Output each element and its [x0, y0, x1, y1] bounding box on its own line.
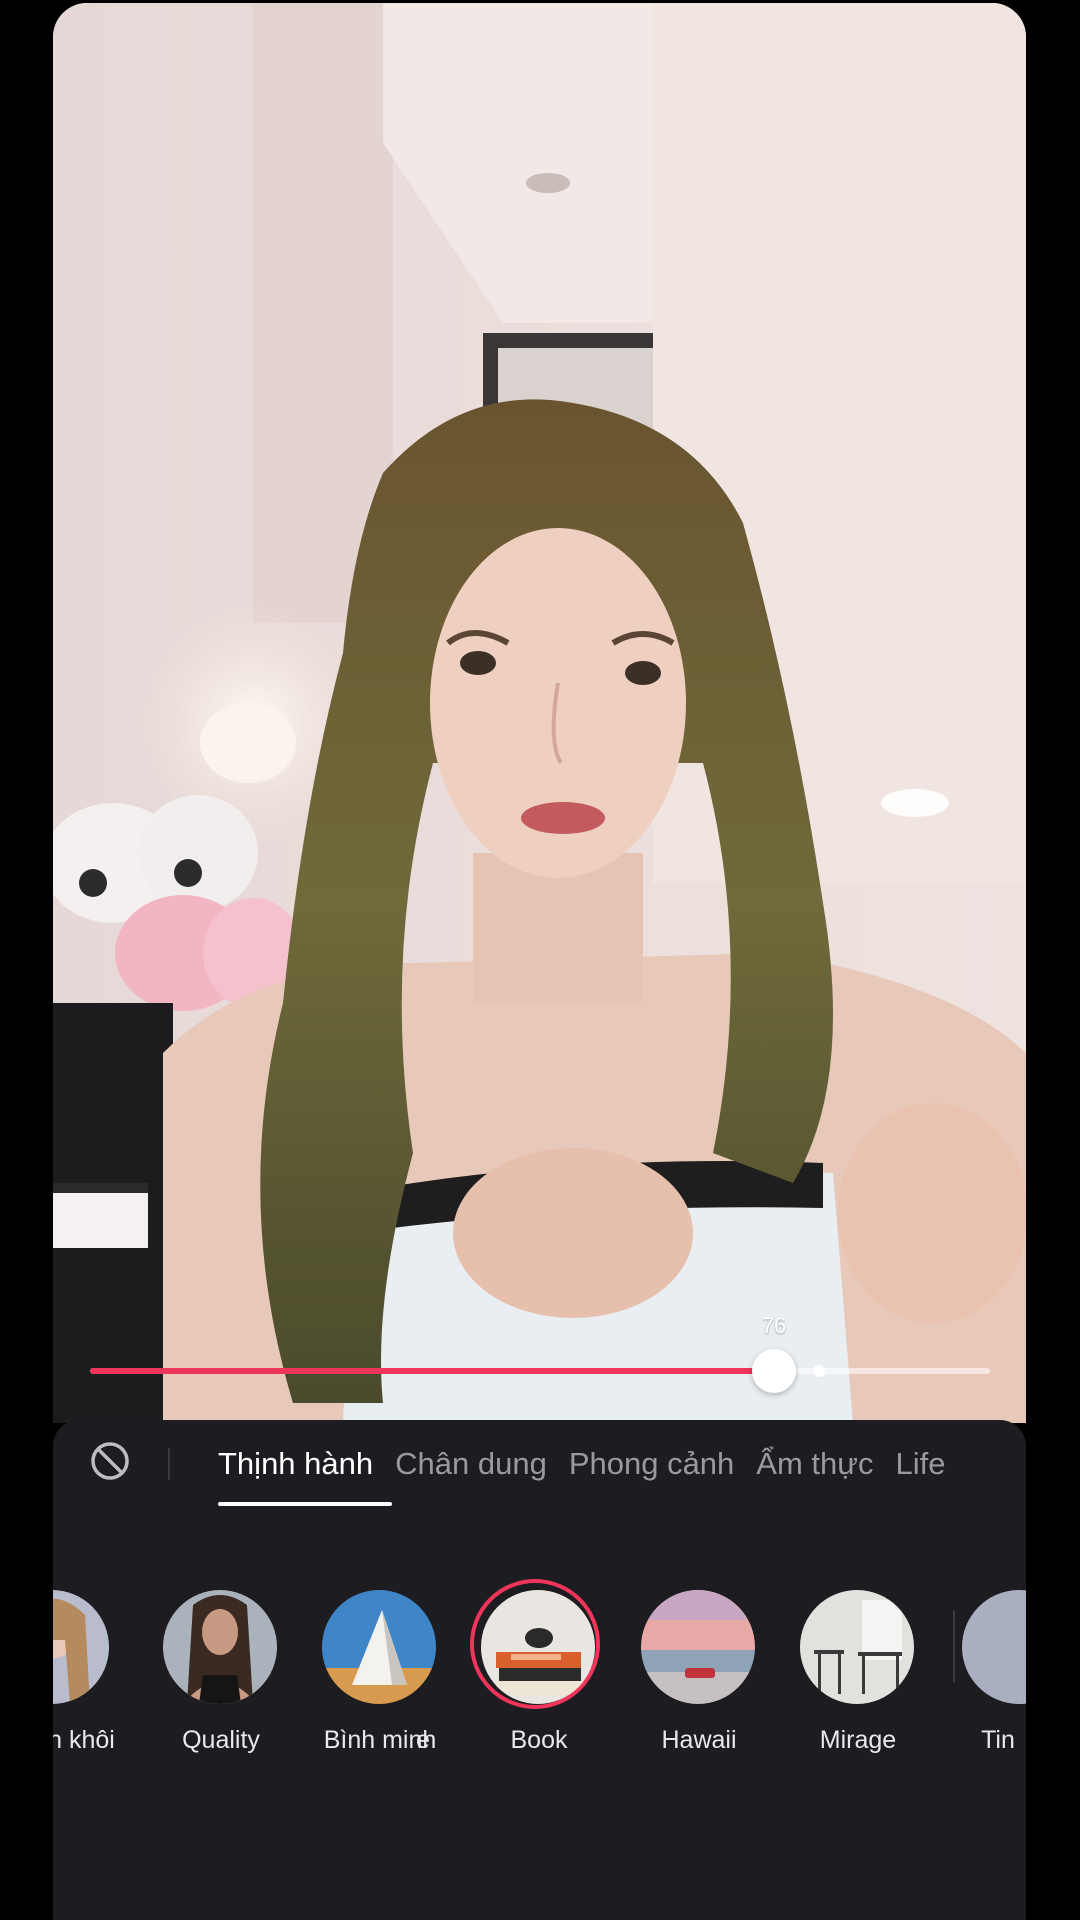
filter-item-book[interactable]: Book [459, 1579, 619, 1754]
tab-life[interactable]: Life [896, 1444, 946, 1484]
filter-label: e [416, 1726, 430, 1754]
filter-label: Hawaii [661, 1726, 737, 1754]
tab-divider [168, 1448, 170, 1480]
category-tabs: Thịnh hành Chân dung Phong cảnh Ẩm thực Life [218, 1444, 968, 1484]
active-tab-indicator [218, 1502, 392, 1506]
slider-knob[interactable] [752, 1349, 796, 1393]
filter-item-quality[interactable]: Quality [141, 1590, 301, 1754]
intensity-slider[interactable] [90, 1349, 990, 1393]
preview-photo [53, 3, 1026, 1423]
tab-chan-dung[interactable]: Chân dung [395, 1444, 547, 1484]
filter-thumbnail [53, 1590, 109, 1704]
filter-thumbnail [481, 1590, 595, 1704]
slider-fill [90, 1368, 774, 1374]
camera-preview[interactable] [53, 3, 1026, 1423]
filter-thumbnail [641, 1590, 755, 1704]
tab-phong-canh[interactable]: Phong cảnh [569, 1444, 734, 1484]
slider-default-marker [813, 1365, 825, 1377]
filter-label: Thanh khôi [53, 1726, 115, 1754]
tab-am-thuc[interactable]: Ẩm thực [756, 1444, 873, 1484]
filter-editor-screen: 76 Thịnh hành Chân dung Phong cảnh Ẩm thực L… [0, 0, 1080, 1920]
filter-item-mirage[interactable]: Mirage [778, 1590, 938, 1754]
prohibited-icon[interactable] [89, 1440, 131, 1482]
filter-label: Mirage [819, 1726, 897, 1754]
filter-thumbnail [163, 1590, 277, 1704]
filter-item-tin[interactable]: Tin [940, 1590, 1026, 1754]
filter-list: Thanh khôi Quality [53, 1579, 1026, 1754]
filter-thumbnail [962, 1590, 1026, 1704]
filter-item-e[interactable]: e [403, 1590, 443, 1754]
tab-thinh-hanh[interactable]: Thịnh hành [218, 1444, 373, 1484]
filter-label: Book [510, 1726, 568, 1754]
filter-label: Quality [182, 1726, 260, 1754]
filter-item-thanh-khoi[interactable]: Thanh khôi [53, 1590, 133, 1754]
filter-thumbnail [800, 1590, 914, 1704]
filter-label: Tin [981, 1726, 1015, 1754]
filter-item-hawaii[interactable]: Hawaii [619, 1590, 779, 1754]
filter-panel: Thịnh hành Chân dung Phong cảnh Ẩm thực Life… [53, 1420, 1026, 1920]
